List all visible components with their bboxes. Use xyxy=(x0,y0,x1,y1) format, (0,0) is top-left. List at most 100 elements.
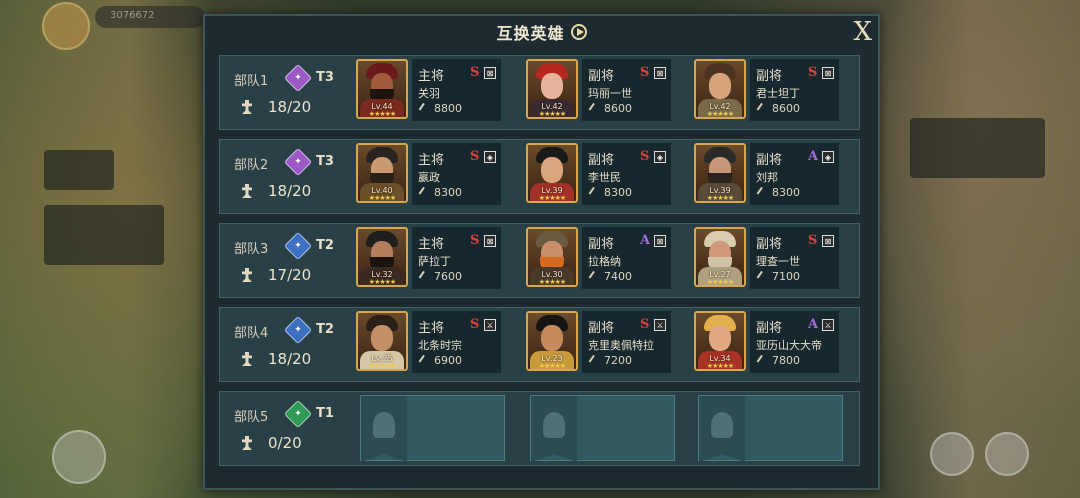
skill-type-icon: ⊠ xyxy=(822,235,834,247)
hero-power: 7800 xyxy=(772,354,800,367)
hero-role: 主将 xyxy=(418,237,445,252)
hero-power: 8800 xyxy=(434,102,462,115)
hero-name: 北条时宗 xyxy=(418,339,462,352)
hero-power: 8300 xyxy=(604,186,632,199)
hero-name: 亚历山大大帝 xyxy=(756,339,822,352)
squad-name: 部队4 xyxy=(234,326,269,341)
hero-slot[interactable]: Lv.44 ★★★★★ 主将 S ⊠ 关羽 8800 xyxy=(356,57,501,127)
hero-name: 嬴政 xyxy=(418,171,440,184)
close-button[interactable]: X xyxy=(853,18,872,46)
hero-grade: S xyxy=(640,317,650,332)
tier-icon: ✦ xyxy=(283,231,313,261)
hero-grade: A xyxy=(640,233,651,248)
squad-row: 部队5 ✦ T1 0/20 xyxy=(219,391,860,466)
squad-info[interactable]: 部队4 ✦ T2 18/20 xyxy=(226,312,356,377)
hero-slot[interactable]: Lv.42 ★★★★★ 副将 S ⊠ 玛丽一世 8600 xyxy=(526,57,671,127)
hero-portrait[interactable]: Lv.30 ★★★★★ xyxy=(526,227,578,287)
hero-grade: S xyxy=(808,233,818,248)
hero-slot[interactable]: Lv.32 ★★★★★ 主将 S ⊠ 萨拉丁 7600 xyxy=(356,225,501,295)
helmet-icon xyxy=(711,412,733,438)
power-sword-icon xyxy=(418,102,432,116)
hero-portrait[interactable]: Lv.44 ★★★★★ xyxy=(356,59,408,119)
hero-name: 理查一世 xyxy=(756,255,800,268)
map-action-button[interactable] xyxy=(52,430,106,484)
hero-portrait[interactable]: Lv.42 ★★★★★ xyxy=(526,59,578,119)
power-sword-icon xyxy=(756,186,770,200)
hero-role: 主将 xyxy=(418,153,445,168)
info-play-icon[interactable] xyxy=(570,24,587,40)
hero-role: 副将 xyxy=(588,69,615,84)
hero-role: 副将 xyxy=(756,153,783,168)
squad-tier: T2 xyxy=(316,238,334,253)
hero-role: 副将 xyxy=(588,237,615,252)
resource-value: 3076672 xyxy=(110,10,155,21)
troop-icon xyxy=(242,268,252,282)
hero-info: 副将 A ◈ 刘邦 8300 xyxy=(750,143,839,205)
squad-name: 部队3 xyxy=(234,242,269,257)
hero-portrait[interactable]: Lv.32 ★★★★★ xyxy=(356,227,408,287)
hero-power: 7400 xyxy=(604,270,632,283)
squad-tier: T3 xyxy=(316,70,334,85)
squad-info[interactable]: 部队3 ✦ T2 17/20 xyxy=(226,228,356,293)
hero-info: 副将 A ⊠ 拉格纳 7400 xyxy=(582,227,671,289)
hero-slot[interactable]: Lv.40 ★★★★★ 主将 S ◈ 嬴政 8300 xyxy=(356,141,501,211)
skill-type-icon: ⊠ xyxy=(654,235,666,247)
player-avatar[interactable] xyxy=(42,2,90,50)
hero-power: 8600 xyxy=(772,102,800,115)
squad-info[interactable]: 部队5 ✦ T1 0/20 xyxy=(226,396,356,461)
skill-type-icon: ⊠ xyxy=(484,235,496,247)
hero-portrait[interactable]: Lv.27 ★★★★★ xyxy=(694,227,746,287)
hero-slot[interactable]: Lv.34 ★★★★★ 副将 A ⚔ 亚历山大大帝 7800 xyxy=(694,309,839,379)
hero-slot[interactable]: Lv.23 ★★★★★ 副将 S ⚔ 克里奥佩特拉 7200 xyxy=(526,309,671,379)
squad-info[interactable]: 部队1 ✦ T3 18/20 xyxy=(226,60,356,125)
hero-role: 副将 xyxy=(756,237,783,252)
hero-portrait[interactable]: Lv.23 ★★★★★ xyxy=(526,311,578,371)
skill-type-icon: ⚔ xyxy=(822,319,834,331)
star-rating: ★★★★★ xyxy=(538,194,566,202)
hero-info: 主将 S ⊠ 萨拉丁 7600 xyxy=(412,227,501,289)
hero-slot[interactable]: Lv.42 ★★★★★ 副将 S ⊠ 君士坦丁 8600 xyxy=(694,57,839,127)
hero-slot[interactable]: Lv.25 ★★★★★ 主将 S ⚔ 北条时宗 6900 xyxy=(356,309,501,379)
tier-icon: ✦ xyxy=(283,399,313,429)
hero-portrait[interactable]: Lv.39 ★★★★★ xyxy=(526,143,578,203)
squad-info[interactable]: 部队2 ✦ T3 18/20 xyxy=(226,144,356,209)
hero-portrait[interactable]: Lv.40 ★★★★★ xyxy=(356,143,408,203)
empty-hero-slot[interactable] xyxy=(360,395,505,462)
squad-tier: T3 xyxy=(316,154,334,169)
side-quest-panel xyxy=(44,205,164,265)
squad-name: 部队2 xyxy=(234,158,269,173)
troop-count: 0/20 xyxy=(268,434,302,452)
squad-row: 部队1 ✦ T3 18/20 Lv.44 ★★★★★ 主将 S ⊠ 关羽 880… xyxy=(219,55,860,130)
dialog-header: 互换英雄 xyxy=(205,16,878,48)
hero-portrait[interactable]: Lv.34 ★★★★★ xyxy=(694,311,746,371)
hero-grade: S xyxy=(808,65,818,80)
star-rating: ★★★★★ xyxy=(706,194,734,202)
power-sword-icon xyxy=(418,354,432,368)
map-action-button[interactable] xyxy=(985,432,1029,476)
hero-portrait[interactable]: Lv.39 ★★★★★ xyxy=(694,143,746,203)
empty-hero-slot[interactable] xyxy=(530,395,675,462)
power-sword-icon xyxy=(418,186,432,200)
side-quest-panel xyxy=(44,150,114,190)
swap-heroes-dialog: 互换英雄 X 部队1 ✦ T3 18/20 Lv.44 ★★★★★ 主将 S ⊠… xyxy=(203,14,880,490)
hero-grade: S xyxy=(470,65,480,80)
power-sword-icon xyxy=(588,354,602,368)
hero-info: 主将 S ◈ 嬴政 8300 xyxy=(412,143,501,205)
hero-slot[interactable]: Lv.39 ★★★★★ 副将 S ◈ 李世民 8300 xyxy=(526,141,671,211)
hero-info: 副将 S ⊠ 君士坦丁 8600 xyxy=(750,59,839,121)
map-action-button[interactable] xyxy=(930,432,974,476)
hero-name: 玛丽一世 xyxy=(588,87,632,100)
hero-slot[interactable]: Lv.30 ★★★★★ 副将 A ⊠ 拉格纳 7400 xyxy=(526,225,671,295)
skill-type-icon: ◈ xyxy=(654,151,666,163)
hero-power: 7600 xyxy=(434,270,462,283)
hero-slot[interactable]: Lv.39 ★★★★★ 副将 A ◈ 刘邦 8300 xyxy=(694,141,839,211)
hero-info: 副将 S ◈ 李世民 8300 xyxy=(582,143,671,205)
star-rating: ★★★★★ xyxy=(706,362,734,370)
hero-role: 副将 xyxy=(588,321,615,336)
hero-portrait[interactable]: Lv.25 ★★★★★ xyxy=(356,311,408,371)
power-sword-icon xyxy=(756,354,770,368)
hero-slot[interactable]: Lv.27 ★★★★★ 副将 S ⊠ 理查一世 7100 xyxy=(694,225,839,295)
squad-tier: T2 xyxy=(316,322,334,337)
hero-portrait[interactable]: Lv.42 ★★★★★ xyxy=(694,59,746,119)
empty-hero-slot[interactable] xyxy=(698,395,843,462)
